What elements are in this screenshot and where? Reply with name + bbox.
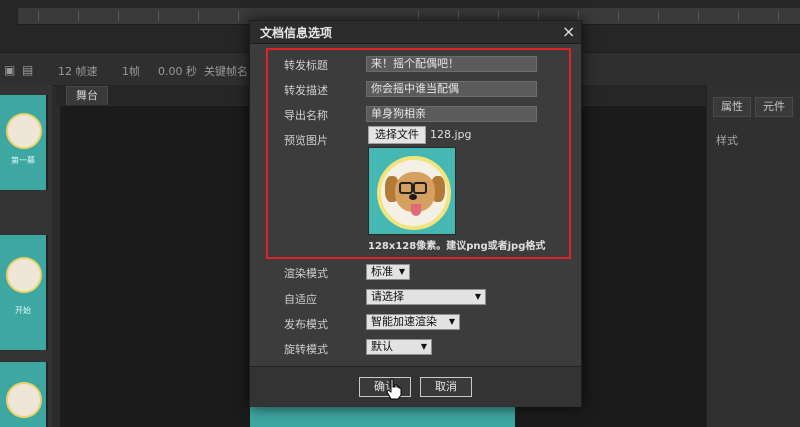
choose-file-button[interactable]: 选择文件	[368, 126, 426, 144]
scene-caption: 第一幕	[11, 156, 35, 165]
fps-label: 12 帧速	[58, 65, 98, 78]
dialog-header: 文档信息选项 ×	[250, 21, 581, 44]
scene-list: 第一幕 开始	[0, 85, 52, 427]
tab-symbols[interactable]: 元件	[755, 97, 793, 117]
chevron-down-icon: ▼	[420, 342, 427, 351]
render-mode-label: 渲染模式	[284, 267, 328, 280]
folder-icon[interactable]: ▤	[22, 63, 33, 77]
dialog-footer	[250, 366, 581, 407]
preview-hint: 128x128像素。建议png或者jpg格式	[368, 241, 546, 252]
rotate-mode-select[interactable]: 默认 ▼	[366, 339, 432, 355]
keyframe-label: 关键帧名	[204, 65, 248, 78]
time-label: 0.00 秒	[158, 65, 197, 78]
share-title-label: 转发标题	[284, 59, 328, 72]
adaptive-label: 自适应	[284, 293, 317, 306]
share-desc-label: 转发描述	[284, 84, 328, 97]
confirm-button[interactable]: 确认	[359, 377, 411, 397]
chevron-down-icon: ▼	[398, 267, 405, 276]
render-mode-value: 标准	[371, 265, 393, 278]
rotate-mode-label: 旋转模式	[284, 343, 328, 356]
avatar	[377, 156, 451, 230]
dialog-title: 文档信息选项	[260, 26, 333, 40]
share-desc-input[interactable]: 你会摇中谁当配偶	[366, 81, 537, 97]
chevron-down-icon: ▼	[448, 317, 455, 326]
export-name-input[interactable]: 单身狗相亲	[366, 106, 537, 122]
share-title-input[interactable]: 来！摇个配偶吧！	[366, 56, 537, 72]
publish-mode-value: 智能加速渲染	[371, 315, 437, 328]
render-mode-select[interactable]: 标准 ▼	[366, 264, 410, 280]
hand-cursor-icon	[386, 378, 402, 400]
layer-icon[interactable]: ▣	[4, 63, 15, 77]
style-section-label: 样式	[716, 134, 738, 147]
chevron-down-icon: ▼	[474, 292, 481, 301]
document-info-dialog: 文档信息选项 × 转发标题 来！摇个配偶吧！ 转发描述 你会摇中谁当配偶 导出名…	[249, 20, 582, 407]
rotate-mode-value: 默认	[371, 340, 393, 353]
scene-caption: 开始	[15, 306, 31, 315]
publish-mode-select[interactable]: 智能加速渲染 ▼	[366, 314, 460, 330]
tab-properties[interactable]: 属性	[713, 97, 751, 117]
export-name-label: 导出名称	[284, 109, 328, 122]
preview-image-label: 预览图片	[284, 134, 328, 147]
close-icon[interactable]: ×	[562, 22, 575, 41]
preview-image	[368, 147, 456, 235]
file-name: 128.jpg	[430, 128, 472, 141]
frame-label: 1帧	[122, 65, 140, 78]
publish-mode-label: 发布模式	[284, 318, 328, 331]
scene-thumbnail[interactable]: 第一幕	[0, 95, 48, 190]
adaptive-select[interactable]: 请选择 ▼	[366, 289, 486, 305]
scene-thumbnail[interactable]: 开始	[0, 235, 48, 350]
adaptive-value: 请选择	[371, 290, 404, 303]
cancel-button[interactable]: 取消	[420, 377, 472, 397]
scene-thumbnail[interactable]	[0, 362, 48, 427]
tab-stage[interactable]: 舞台	[66, 86, 108, 105]
